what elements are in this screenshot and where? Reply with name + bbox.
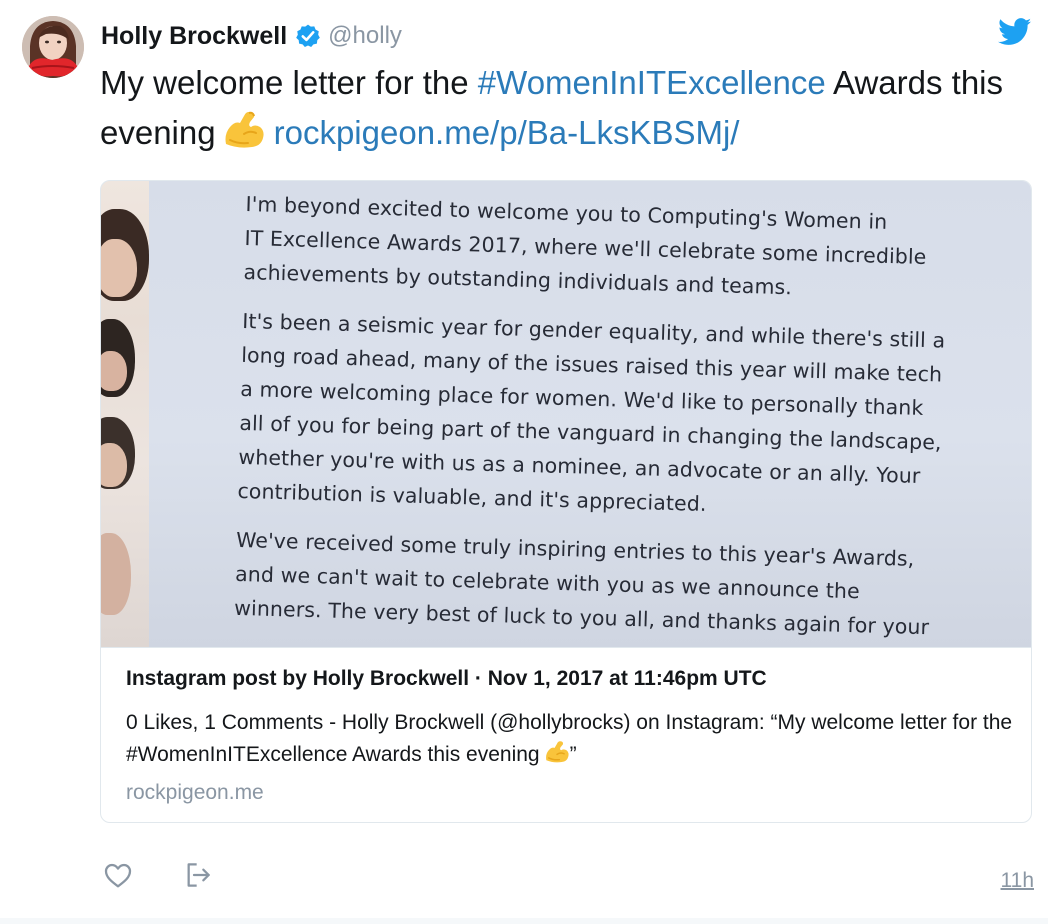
share-button[interactable] bbox=[182, 859, 214, 891]
verified-badge-icon bbox=[295, 23, 321, 49]
heart-icon bbox=[104, 863, 132, 888]
card-description: 0 Likes, 1 Comments - Holly Brockwell (@… bbox=[126, 707, 1016, 771]
avatar[interactable] bbox=[22, 16, 84, 78]
flexed-biceps-emoji-icon bbox=[222, 110, 266, 150]
tweet-actions: 11h bbox=[0, 850, 1048, 900]
share-icon bbox=[187, 863, 210, 887]
tweet-url-link[interactable]: rockpigeon.me/p/Ba-LksKBSMj/ bbox=[274, 114, 740, 151]
like-button[interactable] bbox=[102, 859, 134, 891]
letter-paragraph-2: It's been a seismic year for gender equa… bbox=[237, 308, 946, 516]
link-preview-card[interactable]: I'm beyond excited to welcome you to Com… bbox=[100, 180, 1032, 823]
tweet-timestamp[interactable]: 11h bbox=[1001, 869, 1034, 893]
card-body[interactable]: Instagram post by Holly Brockwell · Nov … bbox=[101, 647, 1031, 822]
avatar-image bbox=[22, 16, 84, 78]
tweet-text-part1: My welcome letter for the bbox=[100, 64, 478, 101]
card-image[interactable]: I'm beyond excited to welcome you to Com… bbox=[101, 181, 1031, 647]
letter-paragraph-3: We've received some truly inspiring entr… bbox=[233, 527, 930, 640]
author-handle[interactable]: @holly bbox=[328, 22, 402, 50]
card-domain[interactable]: rockpigeon.me bbox=[126, 781, 264, 805]
embedded-tweet: Holly Brockwell @holly My welcome letter… bbox=[0, 0, 1048, 924]
photo-strip bbox=[101, 181, 149, 647]
welcome-letter-text: I'm beyond excited to welcome you to Com… bbox=[233, 187, 1005, 647]
card-description-end: ” bbox=[569, 743, 577, 766]
letter-paragraph-1: I'm beyond excited to welcome you to Com… bbox=[243, 191, 927, 300]
bottom-divider bbox=[0, 918, 1048, 924]
twitter-bird-icon[interactable] bbox=[998, 18, 1032, 46]
hashtag-link[interactable]: #WomenInITExcellence bbox=[478, 64, 826, 101]
tweet-header: Holly Brockwell @holly bbox=[101, 18, 402, 54]
flexed-biceps-emoji-icon bbox=[544, 740, 570, 764]
tweet-text: My welcome letter for the #WomenInITExce… bbox=[100, 58, 1035, 158]
card-title[interactable]: Instagram post by Holly Brockwell · Nov … bbox=[126, 667, 767, 691]
author-name[interactable]: Holly Brockwell bbox=[101, 22, 287, 51]
